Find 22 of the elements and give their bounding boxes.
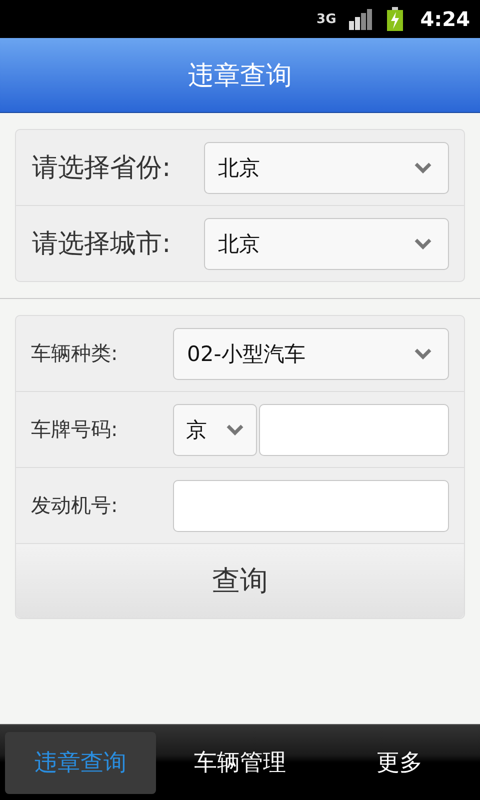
- battery-icon: [386, 7, 404, 31]
- field-label: 车牌号码:: [31, 416, 119, 443]
- chevron-down-icon: [414, 162, 432, 174]
- select-dropdown[interactable]: 北京: [204, 218, 449, 270]
- chevron-down-icon: [226, 424, 244, 436]
- field-label: 请选择省份:: [32, 152, 172, 185]
- network-type-icon: 3G: [316, 12, 336, 26]
- nav-tab[interactable]: 车辆管理: [164, 732, 316, 794]
- input-field[interactable]: [259, 404, 449, 456]
- clock-time: 4:24: [420, 7, 470, 31]
- chevron-down-icon: [414, 238, 432, 250]
- chevron-down-icon: [414, 348, 432, 360]
- page-title: 违章查询: [188, 60, 292, 92]
- signal-icon: [348, 8, 374, 30]
- nav-tab[interactable]: 更多: [324, 732, 475, 794]
- select-dropdown[interactable]: 02-小型汽车: [173, 328, 449, 380]
- input-field[interactable]: [173, 480, 449, 532]
- select-dropdown[interactable]: 京: [173, 404, 257, 456]
- field-label: 车辆种类:: [31, 340, 119, 367]
- select-dropdown[interactable]: 北京: [204, 142, 449, 194]
- field-label: 发动机号:: [31, 492, 119, 519]
- field-label: 请选择城市:: [32, 228, 172, 261]
